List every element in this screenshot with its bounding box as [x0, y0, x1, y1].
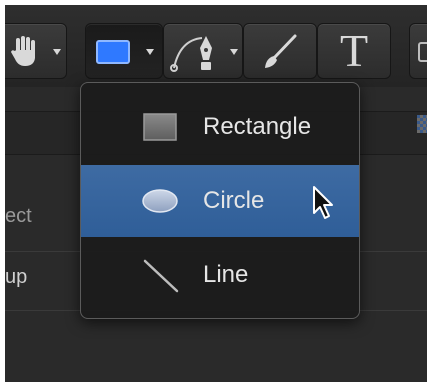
menu-item-label: Rectangle — [203, 113, 312, 140]
bezier-pen-icon — [170, 30, 226, 79]
rectangle-icon — [143, 113, 177, 146]
pen-tool-menu-caret[interactable] — [230, 49, 238, 55]
toolbar-overflow-button[interactable] — [409, 23, 427, 79]
pen-tool-button[interactable] — [163, 23, 243, 79]
shape-popup-menu: Rectangle Circle Line — [80, 82, 360, 319]
menu-item-circle[interactable]: Circle — [81, 165, 359, 237]
paintbrush-icon — [262, 34, 298, 75]
line-icon — [143, 259, 179, 298]
hand-tool-menu-caret[interactable] — [53, 49, 61, 55]
menu-item-label: Line — [203, 261, 249, 288]
paint-tool-button[interactable] — [243, 23, 317, 79]
text-tool-button[interactable]: T — [317, 23, 391, 79]
shape-tool-menu-caret[interactable] — [146, 49, 154, 55]
menu-item-rectangle[interactable]: Rectangle — [81, 91, 359, 163]
circle-icon — [141, 187, 179, 220]
rectangle-shape-icon — [96, 40, 130, 64]
frame-icon — [418, 42, 427, 62]
toolbar: T — [5, 5, 427, 87]
app-window: T ect up Rectangle Circle Line — [5, 5, 427, 382]
hand-icon — [10, 34, 44, 73]
menu-item-line[interactable]: Line — [81, 239, 359, 311]
text-tool-icon: T — [340, 25, 369, 76]
side-panel-label-1: ect — [5, 205, 32, 227]
hand-tool-button[interactable] — [5, 23, 67, 79]
transparency-icon — [417, 115, 427, 133]
side-panel-label-2: up — [5, 266, 28, 288]
mouse-cursor-icon — [311, 185, 337, 226]
shape-tool-button[interactable] — [85, 23, 163, 79]
menu-item-label: Circle — [203, 187, 265, 214]
